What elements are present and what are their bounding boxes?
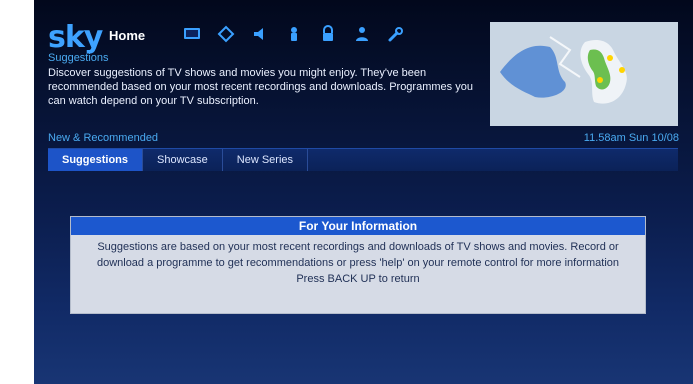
tab-bar: Suggestions Showcase New Series xyxy=(48,148,678,171)
info-dialog: For Your Information Suggestions are bas… xyxy=(70,216,646,314)
audio-icon[interactable] xyxy=(250,24,270,44)
nav-icons xyxy=(182,24,406,44)
info-footer: Press BACK UP to return xyxy=(296,273,420,285)
info-title: For Your Information xyxy=(71,217,645,235)
sky-logo: sky xyxy=(48,20,103,55)
remote-icon[interactable] xyxy=(284,24,304,44)
lock-icon[interactable] xyxy=(318,24,338,44)
date-time: 11.58am Sun 10/08 xyxy=(583,132,679,144)
tab-suggestions[interactable]: Suggestions xyxy=(48,149,144,171)
section-title: New & Recommended xyxy=(48,132,159,144)
tag-icon[interactable] xyxy=(216,24,236,44)
weather-map-image xyxy=(490,22,678,126)
user-icon[interactable] xyxy=(352,24,372,44)
home-label[interactable]: Home xyxy=(109,28,145,43)
tab-showcase[interactable]: Showcase xyxy=(143,149,223,171)
suggestions-title: Suggestions xyxy=(48,52,109,64)
tab-new-series[interactable]: New Series xyxy=(223,149,309,171)
suggestions-description: Discover suggestions of TV shows and mov… xyxy=(48,67,473,107)
sky-screen: sky Home Suggestions Discover suggestion… xyxy=(34,0,693,384)
weather-preview[interactable] xyxy=(490,22,678,126)
tv-guide-icon[interactable] xyxy=(182,24,202,44)
info-body: Suggestions are based on your most recen… xyxy=(96,241,620,269)
wrench-icon[interactable] xyxy=(386,24,406,44)
